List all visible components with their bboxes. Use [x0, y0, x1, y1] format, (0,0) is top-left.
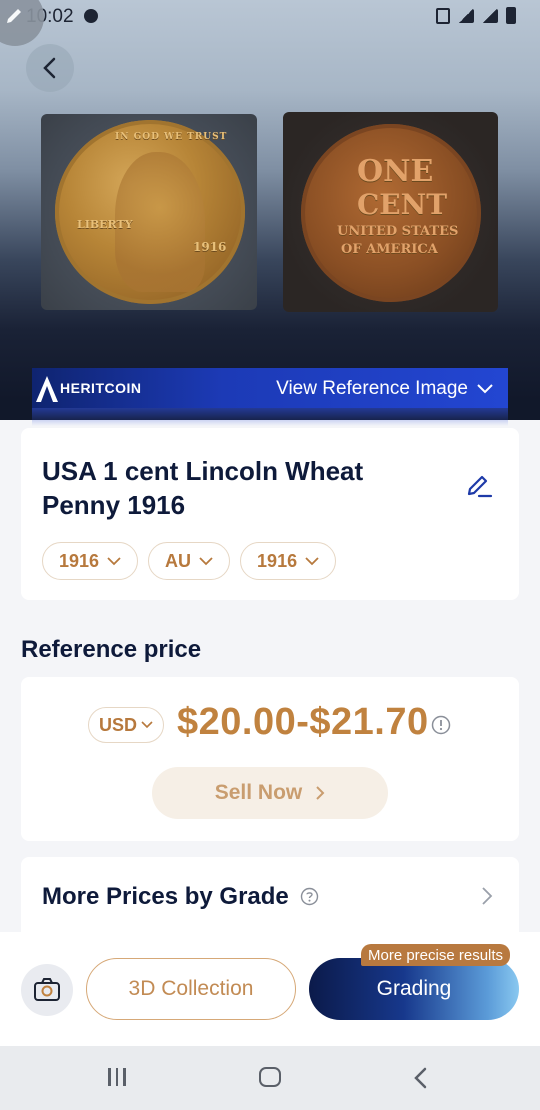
chip-label: 1916 [257, 550, 298, 571]
3d-collection-button[interactable]: 3D Collection [86, 958, 296, 1020]
sell-now-label: Sell Now [214, 781, 303, 804]
currency-selector[interactable]: USD [88, 707, 165, 743]
chevron-right-icon [482, 887, 493, 905]
coin-reverse: ONE CENT UNITED STATES OF AMERICA [301, 124, 481, 302]
chevron-right-icon [316, 786, 325, 800]
chevron-down-icon [305, 556, 319, 565]
chip-year[interactable]: 1916 [42, 542, 139, 580]
coin-of-america: OF AMERICA [341, 242, 438, 257]
chip-variety[interactable]: 1916 [240, 542, 337, 580]
chevron-down-icon [107, 556, 121, 565]
recents-icon-bar [115, 1068, 118, 1086]
camera-icon [34, 978, 60, 1001]
coin-liberty: LIBERTY [77, 218, 133, 231]
chip-grade[interactable]: AU [148, 542, 231, 580]
view-reference-label: View Reference Image [276, 378, 468, 399]
promo-badge: More precise results [361, 944, 511, 966]
chevron-down-icon [199, 556, 213, 565]
coin-back-image[interactable]: ONE CENT UNITED STATES OF AMERICA [283, 112, 498, 312]
coin-year: 1916 [193, 240, 227, 254]
chevron-left-icon [43, 57, 56, 79]
grading-label: Grading [376, 977, 452, 1000]
nfc-icon [436, 7, 450, 24]
home-button[interactable] [259, 1067, 281, 1087]
status-icons [436, 7, 516, 24]
coin-info-card: USA 1 cent Lincoln Wheat Penny 1916 1916… [21, 428, 519, 600]
sell-now-button[interactable]: Sell Now [152, 767, 388, 819]
recents-button[interactable] [108, 1068, 126, 1086]
price-card: USD $20.00-$21.70 Sell Now [21, 677, 519, 841]
coin-one: ONE [357, 154, 434, 189]
system-navigation-bar [0, 1046, 540, 1110]
view-reference-image-link[interactable]: View Reference Image [276, 378, 494, 400]
collection-label: 3D Collection [128, 977, 254, 1000]
brand-name: HERITCOIN [60, 380, 142, 396]
camera-button[interactable] [21, 964, 73, 1016]
info-icon[interactable] [431, 715, 451, 735]
notification-icon [84, 9, 98, 23]
edit-icon[interactable] [465, 472, 493, 500]
currency-label: USD [99, 714, 138, 735]
attribute-chips: 1916 AU 1916 [42, 542, 337, 580]
wifi-icon [458, 8, 474, 23]
coin-motto: IN GOD WE TRUST [115, 132, 228, 142]
recents-icon [108, 1068, 111, 1086]
heritcoin-logo-icon [36, 376, 58, 402]
coin-front-image[interactable]: IN GOD WE TRUST LIBERTY 1916 [41, 114, 257, 310]
reference-price-heading: Reference price [21, 636, 202, 663]
coin-title: USA 1 cent Lincoln Wheat Penny 1916 [42, 456, 364, 520]
chip-label: AU [165, 550, 192, 571]
more-prices-row[interactable]: More Prices by Grade [21, 857, 519, 937]
coin-obverse: IN GOD WE TRUST LIBERTY 1916 [55, 120, 245, 304]
grading-button[interactable]: Grading [309, 958, 519, 1020]
screenshot-edit-icon[interactable] [0, 0, 44, 46]
coin-cent: CENT [357, 188, 448, 221]
reference-banner: HERITCOIN View Reference Image [32, 368, 508, 426]
chevron-down-icon [477, 384, 493, 394]
back-nav-icon[interactable] [412, 1066, 428, 1090]
chip-label: 1916 [59, 550, 100, 571]
battery-icon [506, 7, 516, 24]
recents-icon-bar [123, 1068, 126, 1086]
more-prices-label: More Prices by Grade [42, 883, 289, 910]
back-button[interactable] [26, 44, 74, 92]
hero-section: 10:02 IN GOD WE TRUST LIBERTY 1916 ONE C… [0, 0, 540, 426]
coin-united-states: UNITED STATES [337, 224, 459, 239]
bottom-action-bar: 3D Collection Grading More precise resul… [0, 932, 540, 1046]
signal-icon [482, 8, 498, 23]
status-bar: 10:02 [0, 0, 540, 34]
price-range: $20.00-$21.70 [177, 701, 429, 743]
chevron-down-icon [141, 721, 153, 729]
help-icon[interactable] [300, 887, 319, 906]
heritcoin-logo: HERITCOIN [36, 374, 142, 402]
